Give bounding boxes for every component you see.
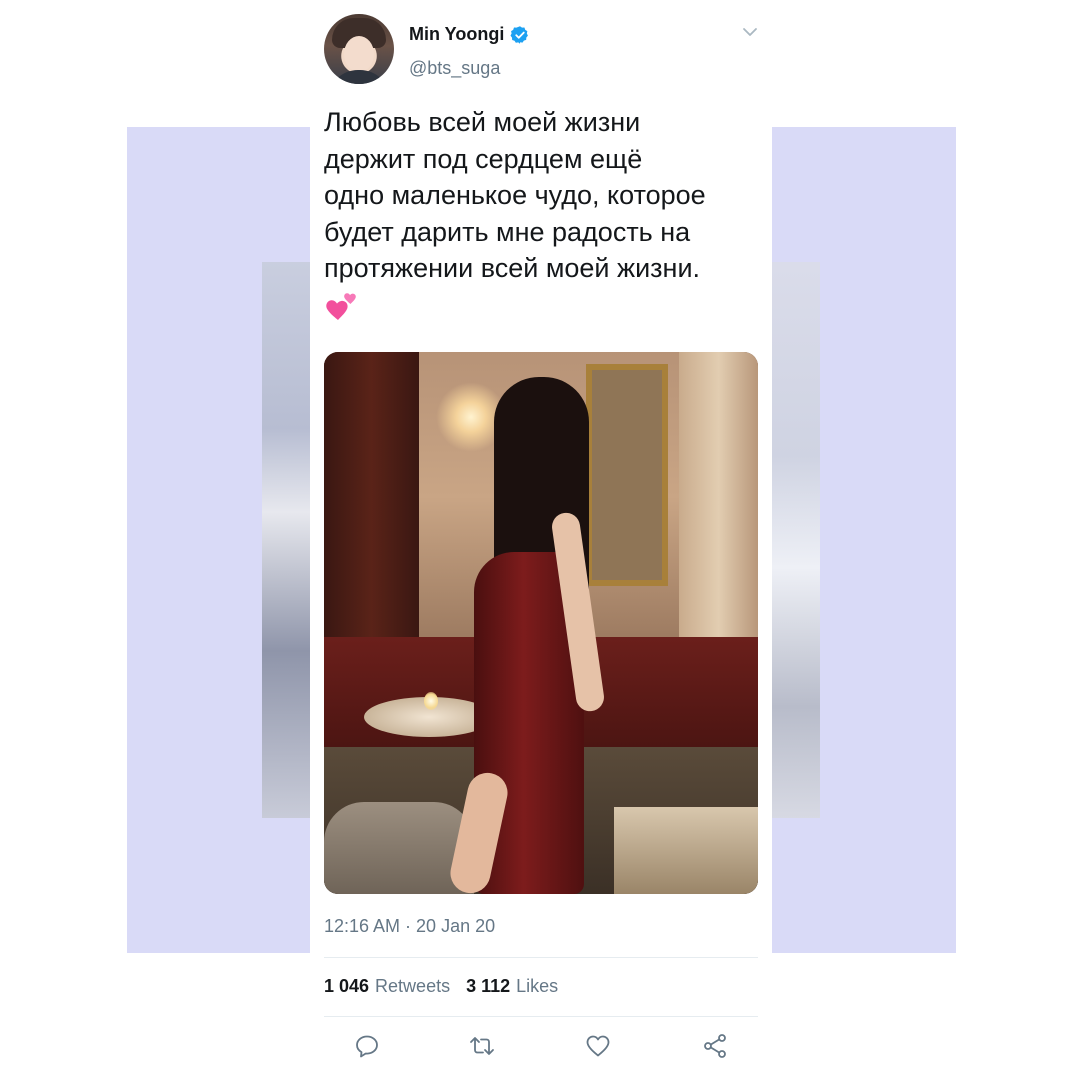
like-icon	[586, 1035, 610, 1057]
retweets-label: Retweets	[375, 976, 451, 996]
tweet-text: Любовь всей моей жизни держит под сердце…	[324, 107, 706, 283]
tweet-card: Min Yoongi @bts_suga Любовь всей моей жи…	[310, 0, 772, 1080]
divider	[324, 957, 758, 958]
divider	[324, 1016, 758, 1017]
share-icon	[704, 1034, 726, 1058]
retweet-icon	[470, 1037, 494, 1055]
background-blurred-photo-left	[262, 262, 310, 818]
share-button[interactable]	[701, 1032, 729, 1060]
likes-count: 3 112	[466, 976, 511, 996]
tweet-stats: 1 046 Retweets 3 112 Likes	[324, 976, 558, 997]
tweet-actions	[324, 1032, 758, 1062]
likes-label: Likes	[516, 976, 559, 996]
tweet-photo[interactable]	[324, 352, 758, 894]
avatar-face	[344, 36, 374, 72]
author-display-name[interactable]: Min Yoongi	[409, 24, 504, 45]
retweets-stat[interactable]: 1 046 Retweets	[324, 976, 450, 997]
two-hearts-icon	[326, 293, 356, 320]
photo-candle	[424, 692, 438, 710]
retweet-button[interactable]	[468, 1032, 496, 1060]
retweets-count: 1 046	[324, 976, 370, 996]
likes-stat[interactable]: 3 112 Likes	[466, 976, 558, 997]
photo-painting-frame	[586, 364, 668, 586]
tweet-timestamp[interactable]: 12:16 AM · 20 Jan 20	[324, 916, 495, 937]
author-handle[interactable]: @bts_suga	[409, 58, 500, 79]
reply-icon	[356, 1035, 378, 1058]
photo-side-table	[614, 807, 758, 894]
chevron-down-icon[interactable]	[742, 26, 758, 38]
avatar[interactable]	[324, 14, 394, 84]
photo-wall-panel	[679, 352, 758, 652]
reply-button[interactable]	[353, 1032, 381, 1060]
background-blurred-photo-right	[772, 262, 820, 818]
avatar-shoulders	[328, 70, 390, 84]
like-button[interactable]	[584, 1032, 612, 1060]
author-name-row: Min Yoongi	[409, 24, 530, 45]
photo-curtain	[324, 352, 419, 652]
verified-badge-icon	[510, 25, 529, 44]
